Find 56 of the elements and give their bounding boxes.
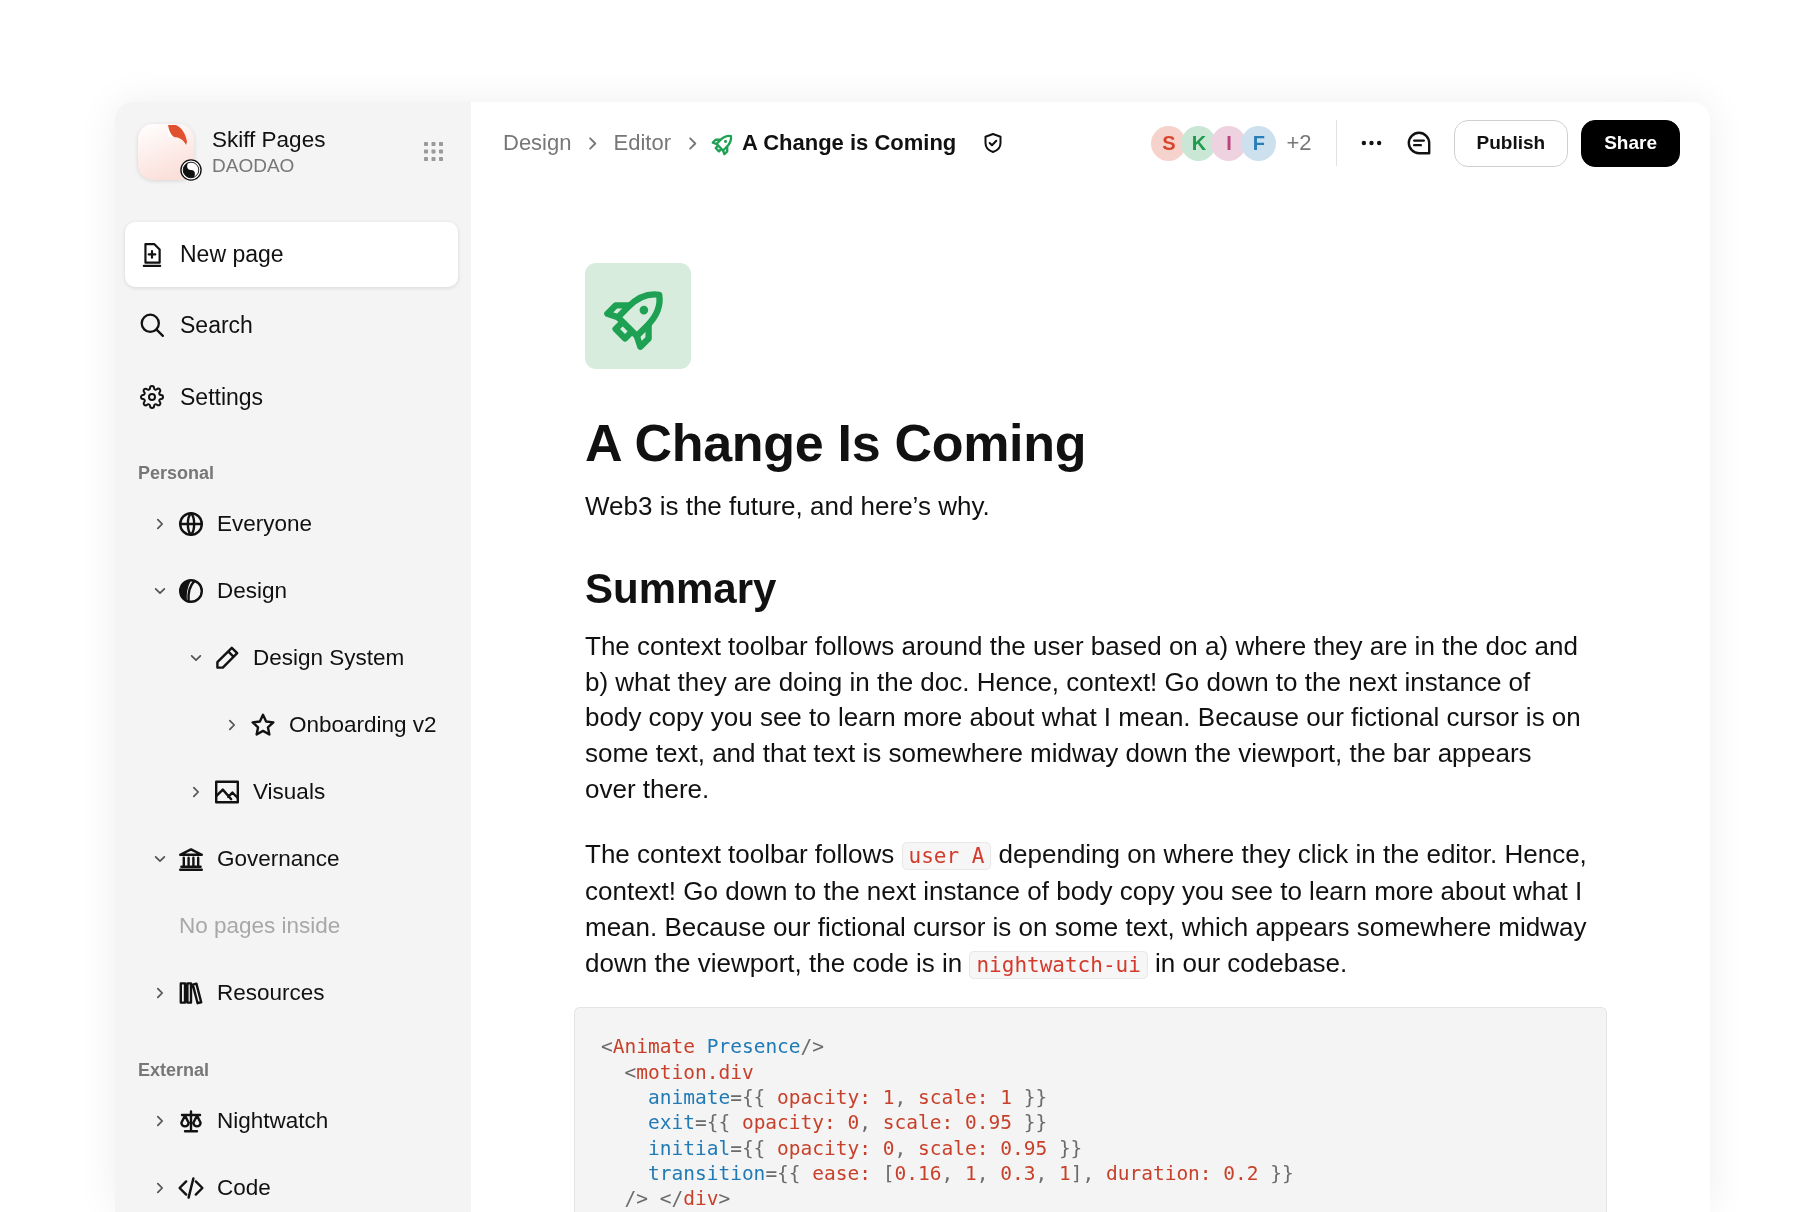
code-line: exit={{ opacity: 0, scale: 0.95 }} (646, 1110, 1048, 1136)
settings-button[interactable]: Settings (125, 361, 272, 433)
page-tree-item[interactable]: Governance (217, 844, 340, 873)
page-logo-icon (138, 124, 194, 180)
page-subtitle: Web3 is the future, and here’s why. (585, 490, 991, 523)
more-icon[interactable] (1360, 140, 1382, 146)
app-grid-icon[interactable] (424, 142, 444, 162)
image-icon (215, 779, 239, 804)
code-icon (179, 1175, 203, 1200)
code-line: <Animate Presence/> (601, 1034, 825, 1060)
code-line: <motion.div (623, 1059, 754, 1085)
balance-scale-icon (179, 1108, 203, 1133)
section-label: Personal (138, 462, 216, 485)
collaborator-count: +2 (1286, 130, 1312, 156)
page-tree-item[interactable]: Code (217, 1173, 271, 1202)
rocket-icon (712, 132, 734, 154)
globe-icon (179, 511, 203, 536)
workspace-name: Skiff Pages (212, 126, 327, 154)
search-icon (140, 313, 164, 337)
yin-yang-icon (180, 159, 202, 181)
new-page-icon (140, 242, 164, 267)
breadcrumb-link[interactable]: Editor (613, 130, 671, 156)
books-icon (179, 980, 203, 1005)
workspace-org: DAODAO (212, 154, 296, 178)
section-label: External (138, 1059, 211, 1082)
code-line: animate={{ opacity: 1, scale: 1 }} (646, 1084, 1048, 1111)
page-title: A Change Is Coming (585, 413, 1088, 474)
page-tree-item[interactable]: Visuals (253, 777, 326, 806)
bank-icon (179, 846, 203, 871)
code-line: /> </div> (623, 1186, 731, 1212)
section-heading: Summary (585, 564, 778, 614)
empty-note: No pages inside (179, 911, 341, 940)
inline-code: user A (901, 841, 992, 870)
code-line: transition={{ ease: [0.16, 1, 0.3, 1], duration: 0.2 }} (646, 1160, 1294, 1187)
pencil-icon (215, 645, 239, 670)
star-icon (251, 712, 275, 737)
half-circle-icon (179, 578, 203, 603)
code-line: initial={{ opacity: 0, scale: 0.95 }} (646, 1135, 1083, 1161)
shield-check-icon[interactable] (984, 133, 1003, 153)
body-paragraph: The context toolbar follows user A depending on where they click in the editor. Hence, context! Go down to the next instance of body copy you see to learn more about what I mean. Because our fictional cursor is on some text, which appears somewhere midway down the viewport, the code is in nightwatch-ui in our codebase. (585, 837, 1588, 981)
new-page-button[interactable]: New page (125, 222, 458, 287)
search-button[interactable]: Search (125, 289, 261, 361)
share-button[interactable]: Share (1581, 119, 1680, 167)
inline-code: nightwatch-ui (969, 950, 1148, 979)
page-tree-item[interactable]: Resources (217, 978, 325, 1007)
settings-icon (140, 385, 164, 409)
breadcrumb-link[interactable]: A Change is Coming (741, 130, 957, 156)
page-tree-item[interactable]: Design System (253, 643, 405, 672)
page-tree-item[interactable]: Onboarding v2 (289, 710, 437, 739)
publish-button[interactable]: Publish (1453, 119, 1569, 167)
breadcrumb-link[interactable]: Design (503, 130, 572, 156)
page-tree-item[interactable]: Nightwatch (217, 1106, 329, 1135)
body-paragraph: The context toolbar follows around the user based on a) where they are in the doc and b) what they are doing in the doc. Hence, context! Go down to the next instance of body copy you see to learn more about what I mean. Because our fictional cursor is on some text, and that text is somewhere midway down the viewport, the bar appears over there. (585, 630, 1582, 806)
comment-icon[interactable] (1406, 131, 1431, 155)
page-tree-item[interactable]: Design (217, 576, 288, 605)
page-tree-item[interactable]: Everyone (217, 509, 313, 538)
